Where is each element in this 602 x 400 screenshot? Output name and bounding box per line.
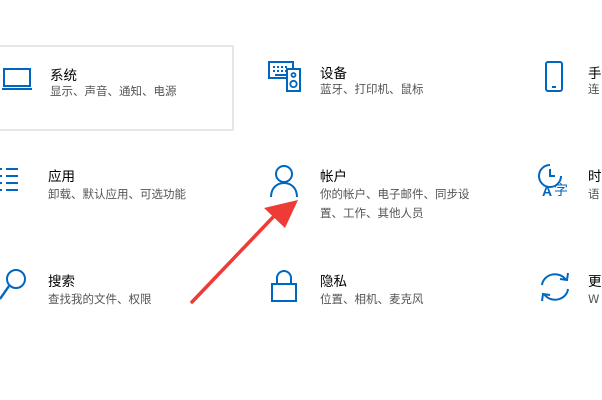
tile-phone-desc: 连 xyxy=(588,82,600,96)
phone-icon xyxy=(544,61,564,93)
tile-system-desc: 显示、声音、通知、电源 xyxy=(50,84,177,98)
tile-time-desc: 语 xyxy=(588,187,600,201)
svg-text:字: 字 xyxy=(554,183,568,199)
tile-phone[interactable]: 手 连 xyxy=(530,45,602,131)
settings-home: 系统 显示、声音、通知、电源 设备 蓝牙、打印机、鼠标 手 连 应用 卸载、默认… xyxy=(0,0,602,400)
tile-apps-desc: 卸载、默认应用、可选功能 xyxy=(48,187,186,201)
tile-update-title: 更 xyxy=(588,274,602,290)
tile-devices[interactable]: 设备 蓝牙、打印机、鼠标 xyxy=(252,45,512,131)
tile-time[interactable]: A 字 时 语 xyxy=(530,150,602,236)
tile-system[interactable]: 系统 显示、声音、通知、电源 xyxy=(0,45,234,131)
tile-accounts[interactable]: 帐户 你的帐户、电子邮件、同步设 置、工作、其他人员 xyxy=(252,150,512,236)
svg-text:A: A xyxy=(542,183,552,199)
tile-update[interactable]: 更 W xyxy=(530,255,602,341)
tile-accounts-desc-line2: 置、工作、其他人员 xyxy=(320,206,424,220)
tile-privacy-desc: 位置、相机、麦克风 xyxy=(320,292,424,306)
person-icon xyxy=(268,164,300,198)
keyboard-speaker-icon xyxy=(268,61,302,93)
laptop-icon xyxy=(2,67,36,93)
lock-icon xyxy=(270,269,298,303)
tile-search[interactable]: 搜索 查找我的文件、权限 xyxy=(0,255,234,341)
tile-privacy[interactable]: 隐私 位置、相机、麦克风 xyxy=(252,255,512,341)
app-list-icon xyxy=(0,166,20,196)
tile-accounts-desc-line1: 你的帐户、电子邮件、同步设 xyxy=(320,187,470,201)
tile-search-desc: 查找我的文件、权限 xyxy=(48,292,152,306)
search-icon xyxy=(0,269,28,301)
tile-privacy-title: 隐私 xyxy=(320,274,347,290)
sync-icon xyxy=(538,271,572,303)
tile-time-title: 时 xyxy=(588,169,602,185)
tile-search-title: 搜索 xyxy=(48,274,75,290)
tile-accounts-title: 帐户 xyxy=(320,169,347,185)
tile-accounts-desc: 你的帐户、电子邮件、同步设 置、工作、其他人员 xyxy=(320,185,470,223)
tile-devices-desc: 蓝牙、打印机、鼠标 xyxy=(320,82,424,96)
time-language-icon: A 字 xyxy=(538,164,574,199)
tile-apps[interactable]: 应用 卸载、默认应用、可选功能 xyxy=(0,150,234,236)
tile-apps-title: 应用 xyxy=(48,169,75,185)
tile-update-desc: W xyxy=(588,292,600,306)
